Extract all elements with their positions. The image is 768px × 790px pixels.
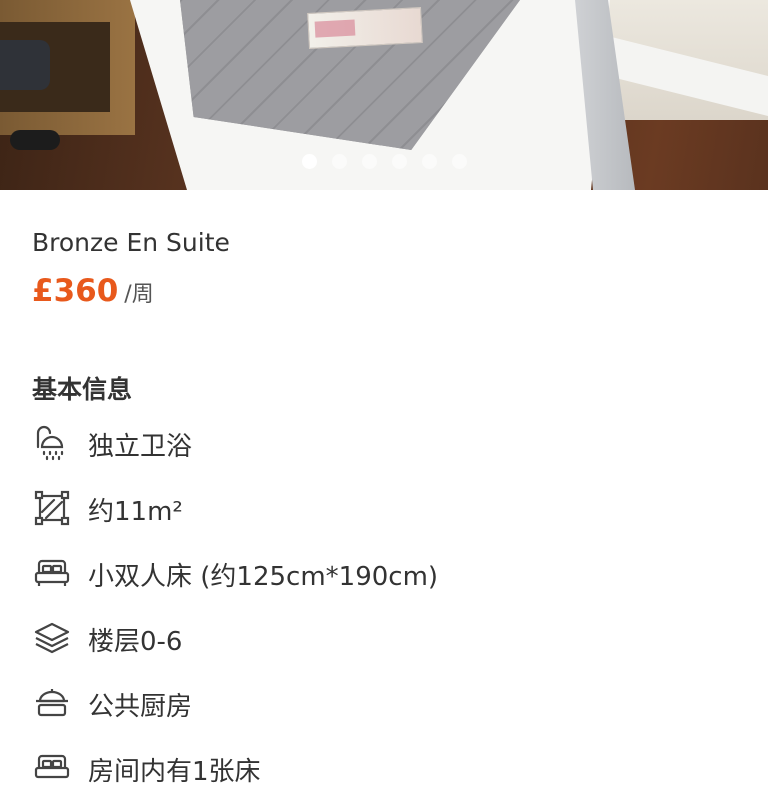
info-label: 楼层0-6 (88, 627, 183, 657)
info-label: 独立卫浴 (88, 432, 193, 462)
room-photo-carousel[interactable] (0, 0, 768, 190)
price-row: £360/周 (32, 273, 154, 313)
info-item-area: 约11m² (32, 488, 752, 528)
info-item-bathroom: 独立卫浴 (32, 423, 752, 463)
shower-icon (32, 425, 72, 461)
photo-chair-base (10, 130, 60, 150)
carousel-dot[interactable] (362, 154, 377, 169)
info-item-kitchen: 公共厨房 (32, 683, 752, 723)
carousel-dot[interactable] (392, 154, 407, 169)
carousel-dot[interactable] (302, 154, 317, 169)
carousel-dot[interactable] (452, 154, 467, 169)
info-label: 小双人床 (约125cm*190cm) (88, 562, 439, 592)
carousel-dot[interactable] (422, 154, 437, 169)
info-item-bed-size: 小双人床 (约125cm*190cm) (32, 553, 752, 593)
kitchen-icon (32, 685, 72, 721)
carousel-dots (0, 154, 768, 172)
room-price: £360 (32, 273, 119, 309)
room-title: Bronze En Suite (32, 228, 230, 257)
price-unit: /周 (124, 282, 154, 307)
info-label: 约11m² (88, 497, 183, 527)
info-label: 房间内有1张床 (88, 757, 261, 787)
photo-magazine (307, 7, 423, 49)
bed-icon (32, 555, 72, 591)
info-item-floors: 楼层0-6 (32, 618, 752, 658)
info-item-beds-count: 房间内有1张床 (32, 748, 752, 788)
area-icon (32, 490, 72, 526)
photo-chair (0, 40, 50, 90)
section-title-basic-info: 基本信息 (32, 375, 133, 404)
carousel-dot[interactable] (332, 154, 347, 169)
layers-icon (32, 620, 72, 656)
info-label: 公共厨房 (88, 692, 193, 722)
bed-icon (32, 750, 72, 786)
